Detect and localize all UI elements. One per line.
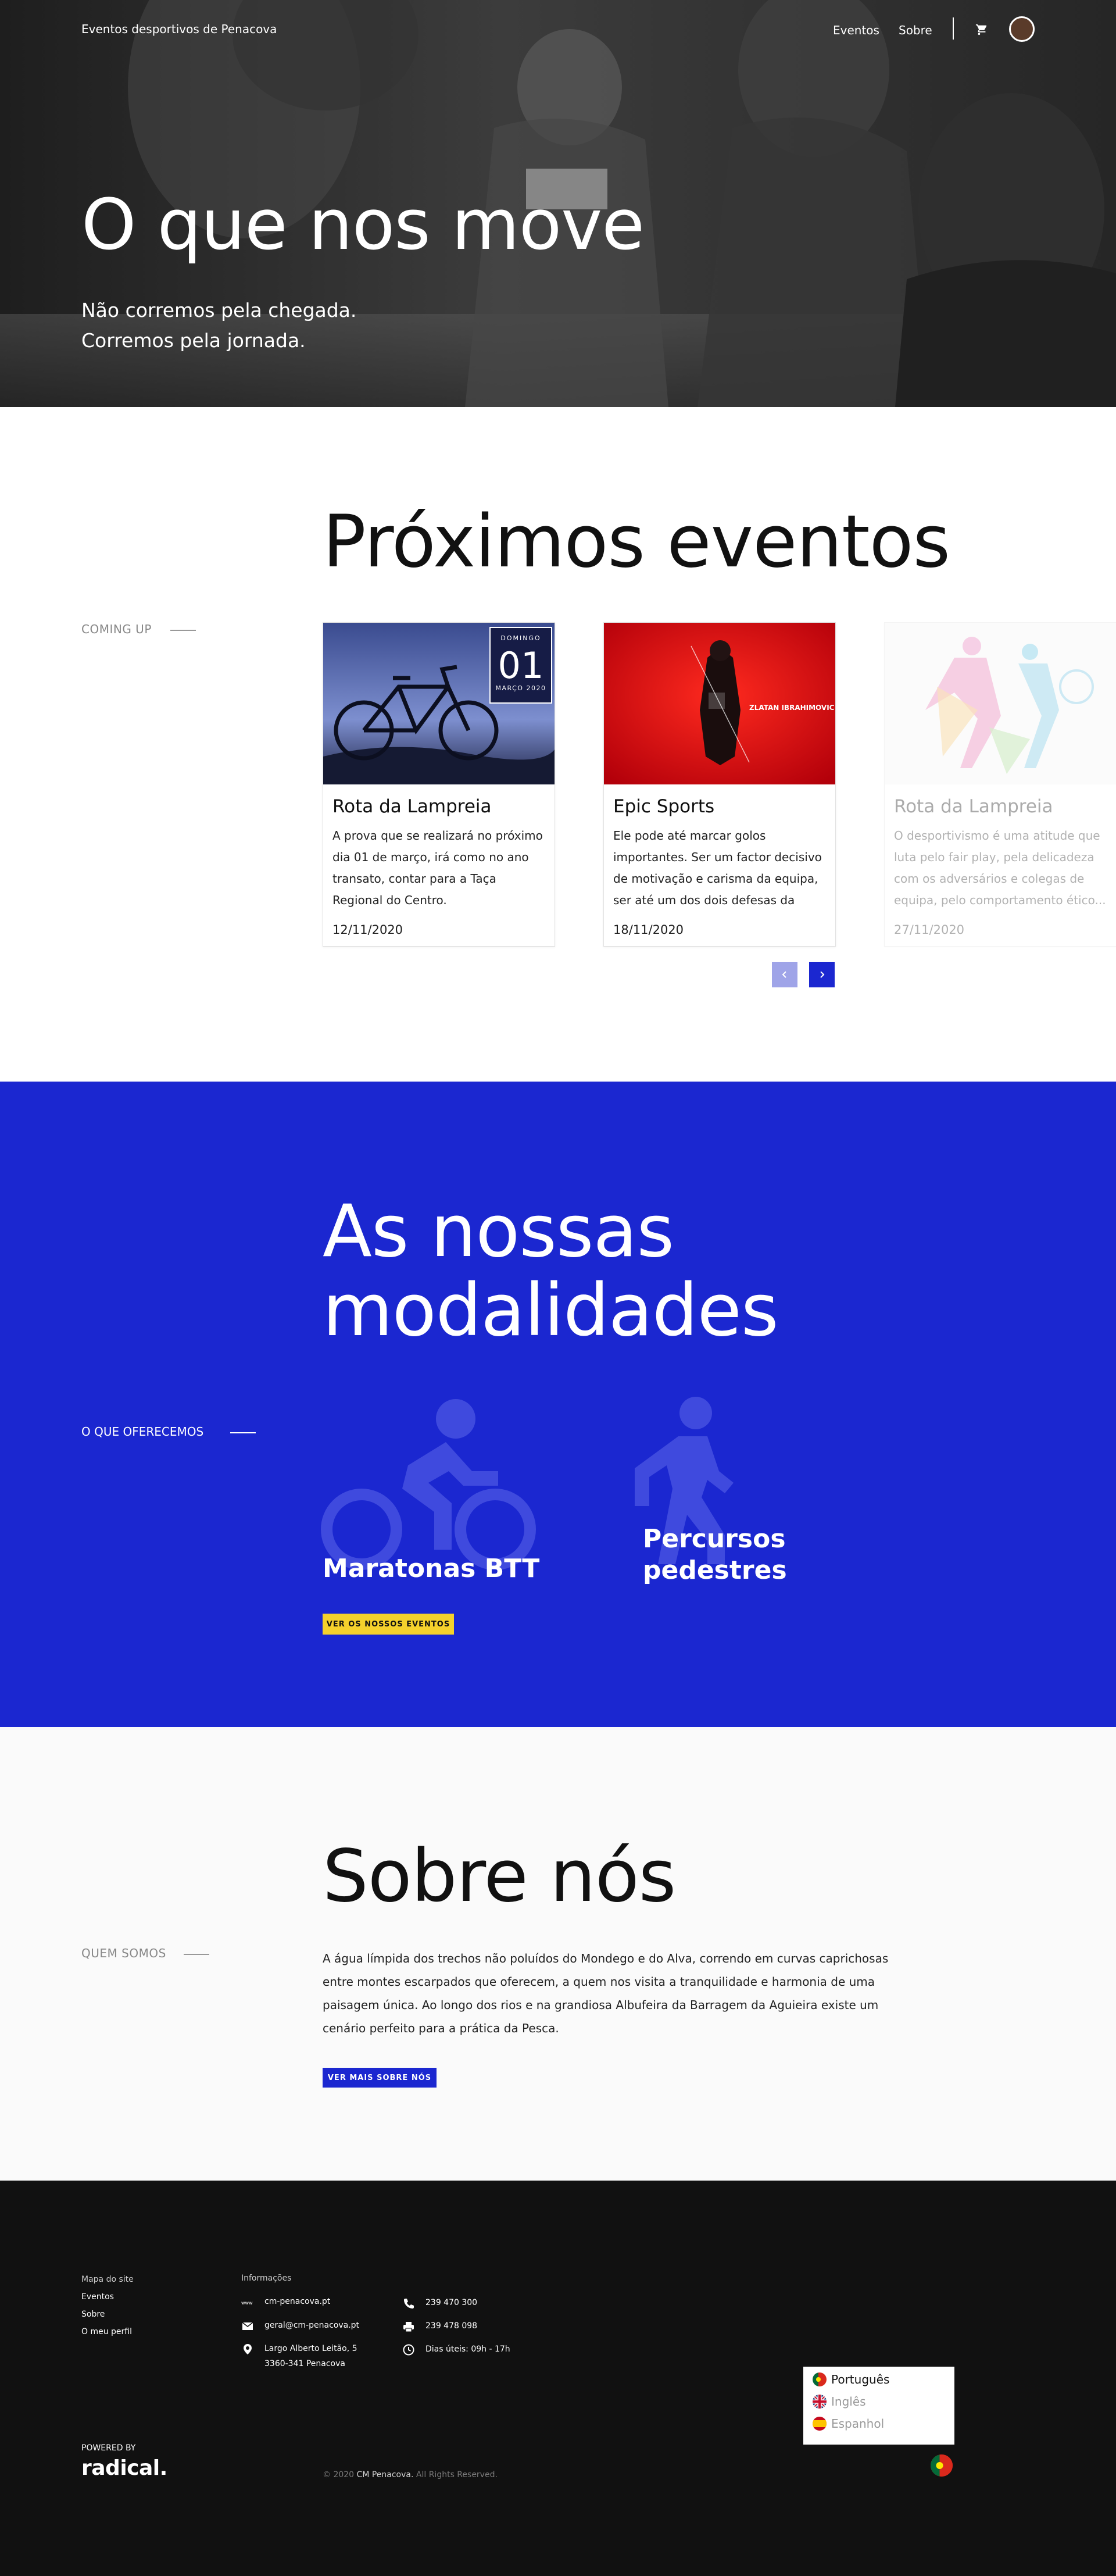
radical-logo[interactable]: radical. [81, 2456, 167, 2480]
sitemap-link-sobre[interactable]: Sobre [81, 2310, 105, 2319]
poster-month: MARÇO 2020 [496, 684, 546, 692]
website-link[interactable]: cm-penacova.pt [264, 2297, 330, 2306]
site-brand[interactable]: Eventos desportivos de Penacova [81, 22, 277, 36]
modalidade-label-pedestres[interactable]: Percursos pedestres [643, 1524, 787, 1586]
event-card-description: O desportivismo é uma atitude que luta p… [894, 829, 1106, 907]
hero-title: O que nos move [81, 185, 645, 266]
see-more-about-button[interactable]: VER MAIS SOBRE NÓS [323, 2068, 437, 2088]
event-card-image [885, 623, 1116, 784]
carousel-next-button[interactable] [809, 962, 835, 987]
event-card[interactable]: DOMINGO 01 MARÇO 2020 Rota da Lampreia A… [323, 622, 555, 947]
copyright-year: © 2020 [323, 2470, 355, 2479]
events-section: Próximos eventos COMING UP DOMINGO 01 MA… [0, 407, 1116, 1082]
web-icon: www [241, 2300, 253, 2306]
event-card-description: A prova que se realizará no próximo dia … [332, 829, 543, 907]
language-menu: Português Inglês Espanhol [803, 2367, 954, 2445]
modalidade-label-btt[interactable]: Maratonas BTT [323, 1554, 539, 1583]
language-toggle-icon[interactable] [929, 2453, 954, 2478]
phone-number[interactable]: 239 470 300 [425, 2298, 477, 2307]
flag-pt-icon [813, 2372, 827, 2386]
event-card-image: DOMINGO 01 MARÇO 2020 [323, 623, 555, 784]
address-line: 3360-341 Penacova [264, 2359, 345, 2368]
poster-day-name: DOMINGO [500, 634, 541, 642]
fax-number: 239 478 098 [425, 2321, 478, 2331]
event-card-title: Rota da Lampreia [894, 796, 1053, 817]
language-option-es[interactable]: Espanhol [813, 2416, 884, 2432]
event-card-title: Rota da Lampreia [332, 796, 492, 817]
events-title: Próximos eventos [323, 500, 950, 584]
chevron-left-icon [782, 971, 786, 978]
nav-divider [953, 17, 954, 40]
side-label-line [230, 1432, 256, 1433]
event-card[interactable]: Rota da Lampreia O desportivismo é uma a… [884, 622, 1116, 947]
address-line: Largo Alberto Leitão, 5 [264, 2344, 357, 2353]
language-option-en[interactable]: Inglês [813, 2393, 866, 2410]
sobre-side-label: QUEM SOMOS [81, 1946, 166, 1960]
language-option-pt[interactable]: Português [813, 2371, 889, 2388]
sobre-section: Sobre nós QUEM SOMOS A água límpida dos … [0, 1727, 1116, 2181]
user-avatar[interactable] [1009, 16, 1035, 42]
sports-poster-image: ZLATAN IBRAHIMOVIC [604, 623, 835, 784]
event-card-title: Epic Sports [613, 796, 715, 817]
sports-silhouettes-image [885, 623, 1116, 784]
top-navigation: Eventos desportivos de Penacova Eventos … [0, 0, 1116, 58]
language-label: Português [831, 2372, 890, 2386]
language-label: Espanhol [831, 2417, 885, 2431]
sitemap-title: Mapa do site [81, 2275, 134, 2284]
language-label: Inglês [831, 2395, 866, 2409]
events-side-label: COMING UP [81, 622, 152, 636]
sobre-text: A água límpida dos trechos não poluídos … [323, 1951, 889, 2035]
svg-text:www: www [241, 2300, 253, 2306]
email-link[interactable]: geral@cm-penacova.pt [264, 2321, 359, 2330]
carousel-prev-button[interactable] [772, 962, 797, 987]
event-card-image: ZLATAN IBRAHIMOVIC [604, 623, 835, 784]
copyright-rights: All Rights Reserved. [416, 2470, 498, 2479]
side-label-line [184, 1954, 209, 1955]
nav-link-sobre[interactable]: Sobre [899, 23, 932, 37]
copyright: © 2020 CM Penacova. All Rights Reserved. [323, 2470, 498, 2479]
modalidade-label-line: pedestres [643, 1555, 787, 1585]
nav-link-eventos[interactable]: Eventos [833, 23, 879, 37]
sobre-title: Sobre nós [323, 1835, 676, 1918]
hero-subtitle-line: Não corremos pela chegada. [81, 299, 357, 322]
clock-icon [403, 2344, 414, 2356]
side-label-line [170, 630, 196, 631]
modalidade-label-line: Percursos [643, 1524, 786, 1554]
cart-icon[interactable] [975, 23, 988, 36]
info-title: Informações [241, 2274, 292, 2283]
event-card-date: 27/11/2020 [894, 923, 965, 937]
event-card-description: Ele pode até marcar golos importantes. S… [613, 829, 822, 907]
sitemap-link-profile[interactable]: O meu perfil [81, 2327, 132, 2336]
hero-section: Eventos desportivos de Penacova Eventos … [0, 0, 1116, 407]
bike-icon[interactable] [321, 1396, 536, 1570]
fax-icon [403, 2322, 414, 2332]
chevron-right-icon [820, 971, 825, 978]
working-hours: Dias úteis: 09h - 17h [425, 2345, 510, 2354]
see-events-button[interactable]: VER OS NOSSOS EVENTOS [323, 1614, 454, 1635]
mail-icon [242, 2322, 253, 2330]
event-card-date: 18/11/2020 [613, 923, 684, 937]
modalidades-side-label: O QUE OFERECEMOS [81, 1425, 204, 1439]
flag-uk-icon [813, 2395, 827, 2409]
event-card-date: 12/11/2020 [332, 923, 403, 937]
flag-es-icon [813, 2417, 827, 2431]
event-card[interactable]: ZLATAN IBRAHIMOVIC Epic Sports Ele pode … [603, 622, 836, 947]
location-icon [244, 2344, 252, 2354]
copyright-brand: CM Penacova. [356, 2470, 414, 2479]
poster-text: ZLATAN IBRAHIMOVIC [749, 704, 835, 712]
poster-day: 01 [498, 644, 544, 687]
modalidades-section: As nossas modalidades O QUE OFERECEMOS M… [0, 1082, 1116, 1727]
sitemap-link-eventos[interactable]: Eventos [81, 2292, 114, 2302]
hero-subtitle: Não corremos pela chegada. Corremos pela… [81, 295, 356, 356]
bike-poster-image: DOMINGO 01 MARÇO 2020 [323, 623, 555, 784]
phone-icon [404, 2299, 414, 2309]
modalidades-title-line: As nossas [323, 1190, 674, 1273]
modalidades-title-line: modalidades [323, 1269, 779, 1353]
hero-subtitle-line: Corremos pela jornada. [81, 329, 306, 352]
powered-by-label: POWERED BY [81, 2443, 136, 2453]
modalidades-title: As nossas modalidades [323, 1190, 779, 1353]
footer: Mapa do site Eventos Sobre O meu perfil … [0, 2181, 1116, 2576]
